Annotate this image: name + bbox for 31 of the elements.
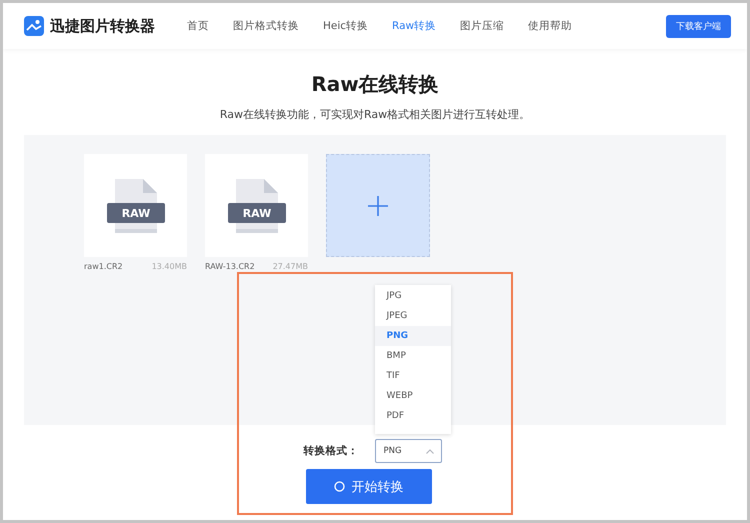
plus-icon	[368, 196, 388, 216]
format-label: 转换格式：	[304, 444, 358, 458]
caret-icon	[426, 448, 434, 454]
circle-icon	[334, 481, 344, 492]
file-name: raw1.CR2	[84, 262, 123, 271]
nav-link[interactable]: 图片格式转换	[233, 19, 299, 33]
format-option[interactable]: TIF	[374, 366, 450, 386]
format-select[interactable]: PNG	[374, 439, 442, 463]
nav-link[interactable]: Heic转换	[323, 19, 368, 33]
image-logo-icon	[24, 16, 44, 36]
file-size: 27.47MB	[272, 262, 308, 271]
nav-link[interactable]: Raw转换	[392, 19, 436, 33]
file-card[interactable]: RAW	[84, 154, 187, 257]
format-option[interactable]: JPG	[374, 286, 450, 306]
format-option[interactable]: BMP	[374, 346, 450, 366]
format-option[interactable]: WEBP	[374, 386, 450, 406]
nav-link[interactable]: 使用帮助	[528, 19, 572, 33]
file-name: RAW-13.CR2	[205, 262, 255, 271]
nav-link[interactable]: 图片压缩	[460, 19, 504, 33]
add-file-tile[interactable]	[326, 154, 430, 257]
format-option[interactable]: JPEG	[374, 306, 450, 326]
start-convert-button[interactable]: 开始转换	[306, 469, 432, 504]
nav-link[interactable]: 首页	[187, 19, 209, 33]
format-option[interactable]: PDF	[374, 406, 450, 426]
file-card[interactable]: RAW	[205, 154, 308, 257]
format-option[interactable]: PNG	[374, 326, 450, 346]
file-size: 13.40MB	[152, 262, 187, 271]
download-button[interactable]: 下载客户端	[666, 14, 731, 38]
page-subtitle: Raw在线转换功能，可实现对Raw格式相关图片进行互转处理。	[218, 107, 532, 122]
brand-name: 迅捷图片转换器	[50, 16, 155, 36]
page-title: Raw在线转换	[310, 71, 440, 98]
